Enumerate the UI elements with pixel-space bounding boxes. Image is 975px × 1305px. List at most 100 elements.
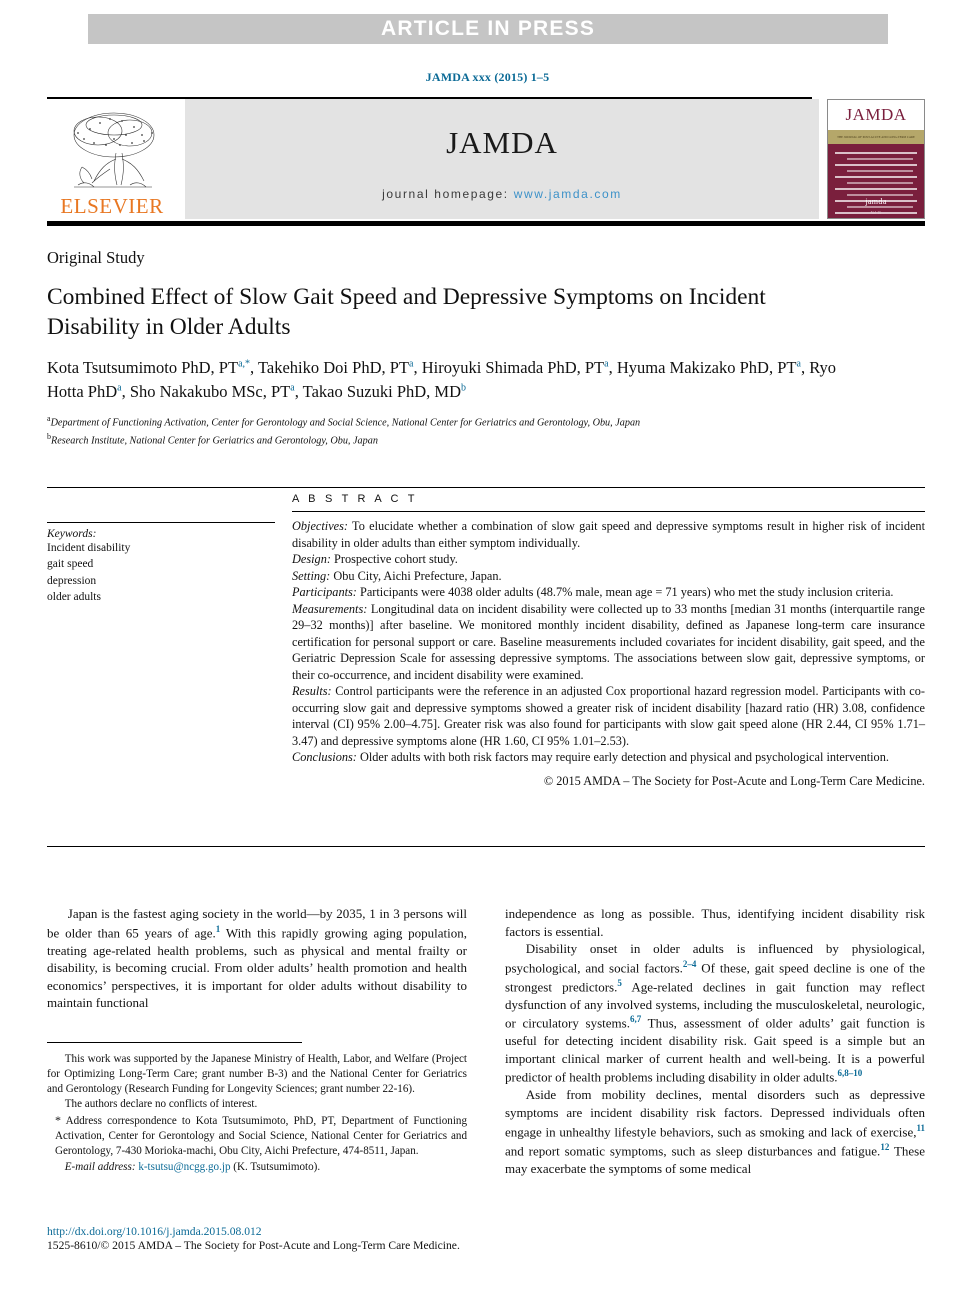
abstract-section: Conclusions: Older adults with both risk…	[292, 749, 925, 766]
email-link[interactable]: k-tsutsu@ncgg.go.jp	[138, 1161, 230, 1173]
abstract-section: Objectives: To elucidate whether a combi…	[292, 518, 925, 551]
article-in-press-label: ARTICLE IN PRESS	[380, 17, 596, 40]
affiliation-item: aDepartment of Functioning Activation, C…	[47, 413, 925, 431]
abstract-section: Results: Control participants were the r…	[292, 683, 925, 749]
abstract-copyright: © 2015 AMDA – The Society for Post-Acute…	[543, 773, 925, 788]
footnote-funding: This work was supported by the Japanese …	[47, 1053, 467, 1096]
body-paragraph: Disability onset in older adults is infl…	[505, 940, 925, 1086]
author-name: Hiroyuki Shimada PhD, PT	[421, 358, 605, 378]
journal-homepage-line: journal homepage: www.jamda.com	[382, 187, 622, 201]
keywords-column: Keywords: Incident disability gait speed d…	[47, 493, 292, 789]
abstract-section-text: Participants were 4038 older adults (48.…	[356, 585, 894, 600]
keywords-rule	[47, 522, 275, 523]
abstract-section: Setting: Obu City, Aichi Prefecture, Jap…	[292, 568, 925, 585]
author-affiliation-mark: a	[796, 358, 801, 370]
abstract-body: Objectives: To elucidate whether a combi…	[292, 518, 925, 766]
abstract-rule	[292, 511, 925, 512]
footnote-correspondence: * Address correspondence to Kota Tsutsum…	[47, 1112, 467, 1159]
cover-subtitle: THE JOURNAL OF POST-ACUTE AND LONG-TERM …	[837, 135, 915, 139]
keyword-item: depression	[47, 574, 97, 587]
author-affiliation-mark: a	[117, 382, 122, 394]
author-affiliation-mark: a	[409, 358, 414, 370]
elsevier-wordmark: ELSEVIER	[60, 194, 164, 218]
cover-logo: jamda	[865, 197, 887, 206]
doi-block: http://dx.doi.org/10.1016/j.jamda.2015.0…	[47, 1225, 517, 1252]
correspondence-text: Address correspondence to Kota Tsutsumim…	[55, 1115, 467, 1158]
abstract-section-text: Longitudinal data on incident disability…	[292, 601, 925, 682]
keywords-heading: Keywords:	[47, 528, 97, 540]
author-affiliation-mark: b	[461, 382, 466, 394]
cover-title-area: JAMDA	[828, 100, 924, 130]
issn-copyright-line: 1525-8610/© 2015 AMDA – The Society for …	[47, 1239, 460, 1252]
email-suffix: (K. Tsutsumimoto).	[230, 1160, 321, 1173]
body-text: independence as long as possible. Thus, …	[505, 906, 925, 939]
citation-reference[interactable]: 6,8–10	[838, 1068, 863, 1078]
body-paragraph: Japan is the fastest aging society in th…	[47, 905, 467, 1012]
article-in-press-banner: ARTICLE IN PRESS	[88, 14, 888, 44]
author-list: Kota Tsutsumimoto PhD, PTa,*, Takehiko D…	[47, 358, 837, 402]
author-name: Kota Tsutsumimoto PhD, PT	[47, 358, 239, 378]
abstract-bottom-rule	[47, 846, 925, 847]
email-label: E-mail address:	[64, 1160, 136, 1173]
masthead-bottom-rule	[47, 221, 925, 226]
footnote-rule	[47, 1042, 302, 1043]
abstract-section-label: Measurements:	[292, 601, 368, 616]
abstract-section-label: Setting:	[292, 568, 331, 583]
citation-reference[interactable]: 11	[916, 1123, 925, 1133]
abstract-section-label: Objectives:	[292, 519, 348, 533]
cover-article-lines	[835, 152, 917, 218]
homepage-url-link[interactable]: www.jamda.com	[514, 187, 622, 201]
abstract-section-label: Results:	[292, 684, 332, 699]
keyword-item: older adults	[47, 590, 101, 603]
abstract-section-text: Older adults with both risk factors may …	[356, 750, 889, 765]
body-text: and report somatic symptoms, such as sle…	[505, 1142, 881, 1158]
citation-reference[interactable]: 12	[880, 1142, 889, 1152]
journal-reference-line: JAMDA xxx (2015) 1–5	[425, 70, 550, 84]
author-name: Takao Suzuki PhD, MD	[302, 382, 461, 402]
body-text: Aside from mobility declines, mental dis…	[505, 1087, 925, 1139]
page-title: Combined Effect of Slow Gait Speed and D…	[47, 284, 766, 341]
abstract-section-label: Design:	[292, 552, 331, 567]
citation-reference[interactable]: 2–4	[683, 959, 697, 969]
abstract-section: Measurements: Longitudinal data on incid…	[292, 601, 925, 684]
abstract-section-text: Obu City, Aichi Prefecture, Japan.	[330, 568, 502, 583]
homepage-label: journal homepage:	[382, 187, 509, 201]
abstract-region: Keywords: Incident disability gait speed d…	[47, 493, 925, 789]
author-affiliation-mark: a	[290, 382, 295, 394]
abstract-section: Design: Prospective cohort study.	[292, 551, 925, 568]
journal-masthead: ELSEVIER JAMDA journal homepage: www.jam…	[47, 97, 925, 226]
abstract-heading: A B S T R A C T	[292, 493, 418, 505]
citation-reference[interactable]: 6,7	[630, 1014, 641, 1024]
cover-title: JAMDA	[845, 105, 907, 124]
footnote-email: E-mail address: k-tsutsu@ncgg.go.jp (K. …	[47, 1160, 467, 1175]
body-paragraph: independence as long as possible. Thus, …	[505, 905, 925, 940]
keyword-item: Incident disability	[47, 542, 131, 554]
author-name: Sho Nakakubo MSc, PT	[129, 382, 291, 402]
affiliation-text: Research Institute, National Center for …	[51, 435, 378, 447]
jamda-wordmark: JAMDA	[446, 125, 558, 160]
abstract-section-label: Participants:	[292, 585, 357, 600]
journal-article-page: ARTICLE IN PRESS JAMDA xxx (2015) 1–5 EL…	[0, 0, 975, 1305]
elsevier-logo: ELSEVIER	[47, 99, 177, 219]
article-section-label: Original Study	[47, 248, 145, 267]
abstract-column: A B S T R A C T Objectives: To elucidate…	[292, 493, 925, 789]
affiliation-item: bResearch Institute, National Center for…	[47, 431, 925, 449]
footnote-conflicts: The authors declare no conflicts of inte…	[64, 1098, 258, 1111]
body-paragraph: Aside from mobility declines, mental dis…	[505, 1086, 925, 1177]
cover-volume: Vol 16	[870, 210, 882, 215]
body-column-right: independence as long as possible. Thus, …	[505, 905, 925, 1177]
footnote-block: This work was supported by the Japanese …	[47, 1052, 467, 1175]
author-affiliation-mark: a,*	[238, 358, 251, 370]
journal-cover-thumbnail: JAMDA THE JOURNAL OF POST-ACUTE AND LONG…	[827, 99, 925, 219]
author-name: Takehiko Doi PhD, PT	[257, 358, 409, 378]
abstract-section-label: Conclusions:	[292, 750, 357, 765]
keywords-list: Incident disability gait speed depression o…	[47, 540, 280, 605]
journal-homepage-box: JAMDA journal homepage: www.jamda.com	[185, 99, 819, 219]
doi-link[interactable]: http://dx.doi.org/10.1016/j.jamda.2015.0…	[47, 1225, 517, 1238]
article-header: Original Study Combined Effect of Slow G…	[47, 248, 925, 449]
abstract-top-rule	[47, 487, 925, 488]
author-name: Hyuma Makizako PhD, PT	[616, 358, 797, 378]
abstract-section-text: Control participants were the reference …	[292, 684, 925, 748]
keyword-item: gait speed	[47, 558, 94, 571]
author-affiliation-mark: a	[604, 358, 609, 370]
